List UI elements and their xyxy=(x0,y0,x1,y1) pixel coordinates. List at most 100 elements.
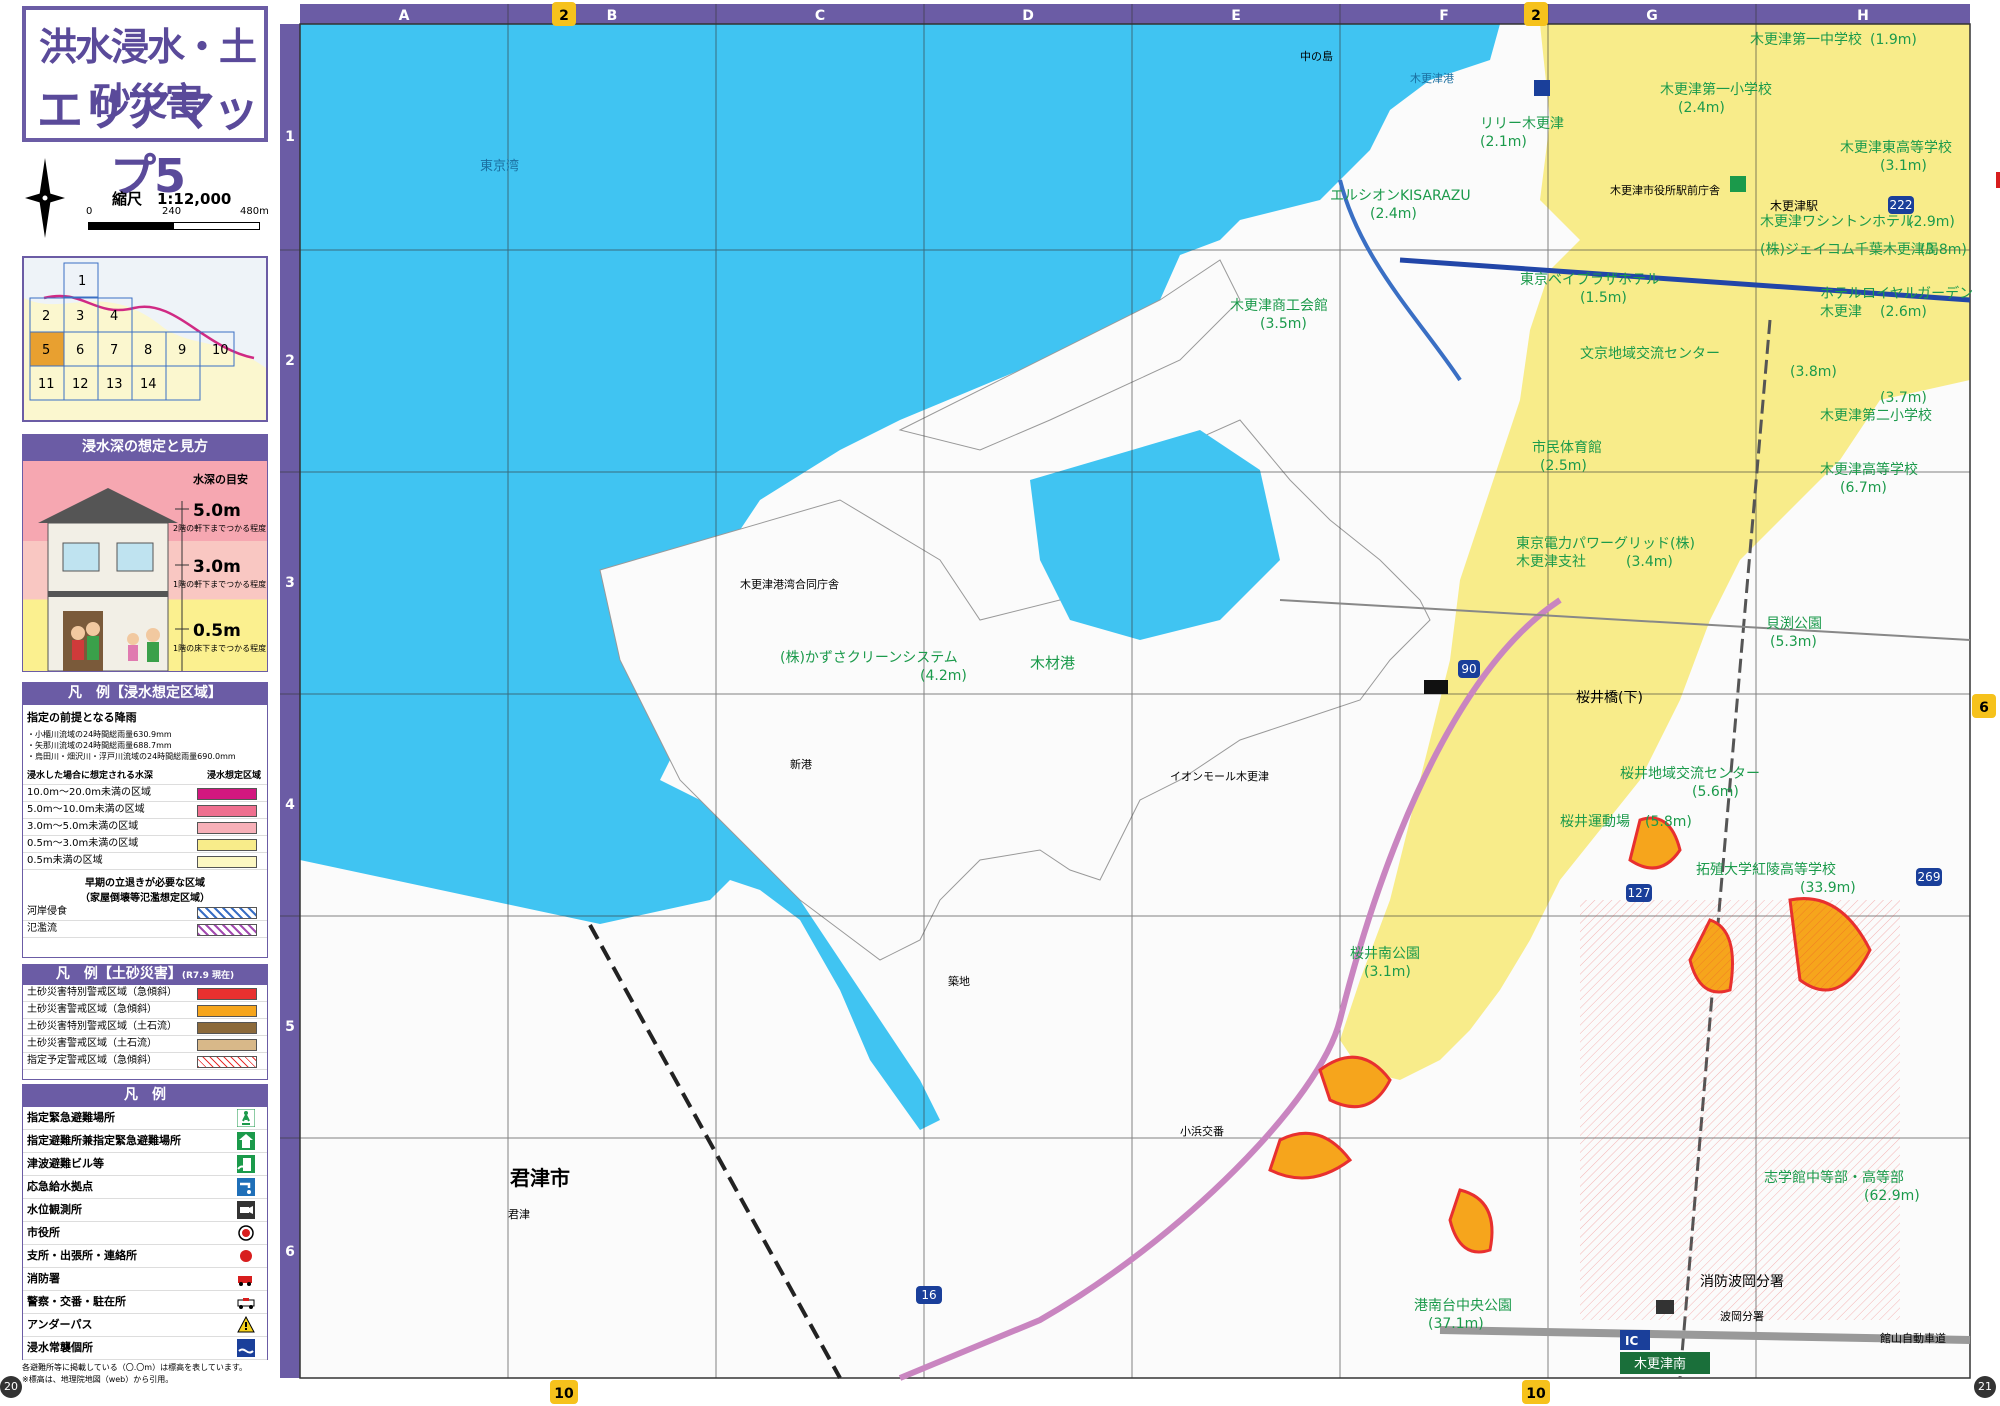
index-cell: 14 xyxy=(140,377,157,392)
route-222: 222 xyxy=(1890,198,1913,212)
grid-row-label: 6 xyxy=(285,1244,295,1260)
depth-level-05m: 0.5m xyxy=(193,621,241,641)
house-icon xyxy=(38,488,178,671)
label-mokuzai: 木材港 xyxy=(1030,654,1075,672)
shelter-royal: ホテルロイヤルガーデン xyxy=(1820,285,1973,302)
shelter-kaibuchi-b: 貝渕公園 xyxy=(1766,616,1822,632)
label-aeon: イオンモール木更津 xyxy=(1170,770,1269,783)
ic-sign-label: 木更津南 xyxy=(1634,1356,1686,1372)
depth-illustration: 水深の目安 5.0m 2階の軒下までつかる程度 3.0m 1階の軒下までつかる程… xyxy=(22,460,268,672)
shelter-bunkyo: 文京地域交流センター xyxy=(1580,345,1720,362)
flood-prone-icon xyxy=(237,1339,255,1357)
footnote-2: ※標高は、地理院地図（web）から引用。 xyxy=(22,1375,174,1384)
label-kisarazu-station: 木更津駅 xyxy=(1770,199,1818,213)
grid-row-label: 1 xyxy=(285,129,295,145)
shelter-shigakukan-height: (62.9m) xyxy=(1864,1188,1920,1204)
shelter-sakurai-ground: 桜井運動場 xyxy=(1560,814,1630,830)
branch-office-icon xyxy=(240,1250,252,1262)
shelter-daini-sho-height: (3.7m) xyxy=(1880,390,1927,406)
index-cell: 2 xyxy=(42,309,50,324)
fire-station-icon xyxy=(1656,1300,1674,1314)
index-cell: 10 xyxy=(212,343,229,358)
city-hall-icon xyxy=(238,1225,254,1241)
symbol-row-branch: 支所・出張所・連絡所 xyxy=(23,1245,267,1268)
shelter-sakurai-center: 桜井地域交流センター xyxy=(1620,765,1760,782)
rain-title: 指定の前提となる降雨 xyxy=(27,711,137,724)
shelter-daiichi-sho: 木更津第一小学校 xyxy=(1660,81,1772,98)
shelter-tepco-2: 木更津支社 xyxy=(1516,554,1586,570)
shelter-evacuation-icon xyxy=(237,1132,255,1150)
shelter-kazusa-clean: (株)かずさクリーンシステム xyxy=(780,650,958,666)
evac-sub: （家屋倒壊等氾濫想定区域） xyxy=(80,893,210,904)
evac-row-overflow: 氾濫流 xyxy=(23,921,267,938)
scale-tick: 480m xyxy=(240,206,269,217)
flood-row-5m: 5.0m～10.0m未満の区域 xyxy=(23,802,267,819)
adjacent-top-b: 2 xyxy=(559,8,569,24)
index-cell-current: 5 xyxy=(42,343,50,358)
flood-row-under05m: 0.5m未満の区域 xyxy=(23,853,267,870)
shelter-tepco: 東京電力パワーグリッド(株) xyxy=(1516,536,1695,552)
depth-level-3m-note: 1階の軒下までつかる程度 xyxy=(173,580,267,589)
map-canvas[interactable]: A B C D E F G H 1 2 3 4 5 6 2 2 6 10 10 xyxy=(280,0,2000,1406)
legend-sidebar: 洪水浸水・土砂災害 エリアマップ5 縮尺 1:12,000 0 240 480m xyxy=(0,0,280,1406)
flood-col1: 浸水した場合に想定される水深 xyxy=(27,771,154,781)
landslide-legend: 土砂災害特別警戒区域（急傾斜） 土砂災害警戒区域（急傾斜） 土砂災害特別警戒区域… xyxy=(22,984,268,1080)
label-kimitsu-small: 君津 xyxy=(508,1208,530,1221)
grid-col-label: C xyxy=(815,8,825,24)
shelter-konandai-height: (37.1m) xyxy=(1428,1316,1484,1332)
shelter-kisarazu-hs-height: (6.7m) xyxy=(1840,480,1887,496)
hazard-map[interactable]: A B C D E F G H 1 2 3 4 5 6 2 2 6 10 10 xyxy=(280,0,2000,1406)
shelter-daini-sho: 木更津第二小学校 xyxy=(1820,407,1932,424)
index-cell: 9 xyxy=(178,343,186,358)
shelter-jcom-height: (3.8m) xyxy=(1920,242,1967,258)
index-map[interactable]: 1 2 3 4 5 6 7 8 9 10 11 12 13 14 xyxy=(22,256,268,422)
shelter-takushoku: 拓殖大学紅陵高等学校 xyxy=(1696,861,1836,878)
adjacent-right: 6 xyxy=(1979,700,1989,716)
rain-note: ・小櫃川流域の24時間総雨量630.9mm xyxy=(27,730,172,739)
shelter-tepco-height: (3.4m) xyxy=(1626,554,1673,570)
label-city-office: 木更津市役所駅前庁舎 xyxy=(1610,183,1720,197)
depth-level-5m-note: 2階の軒下までつかる程度 xyxy=(173,524,267,533)
shelter-daiichi-chu-height: (1.9m) xyxy=(1870,32,1917,48)
flood-row-05m: 0.5m～3.0m未満の区域 xyxy=(23,836,267,853)
shelter-higashi-hs-height: (3.1m) xyxy=(1880,158,1927,174)
symbol-row-shelter: 指定避難所兼指定緊急避難場所 xyxy=(23,1130,267,1153)
landslide-row: 指定予定警戒区域（急傾斜） xyxy=(23,1053,267,1070)
city-hall-icon xyxy=(1996,172,2000,188)
grid-col-label: E xyxy=(1231,8,1241,24)
shelter-bayplaza-height: (1.5m) xyxy=(1580,290,1627,306)
north-arrow-icon xyxy=(25,158,65,238)
symbol-row-floodprone: 浸水常襲個所 xyxy=(23,1337,267,1360)
evac-title: 早期の立退きが必要な区域 xyxy=(85,878,205,889)
flood-row-3m: 3.0m～5.0m未満の区域 xyxy=(23,819,267,836)
shelter-shimin-gym: 市民体育館 xyxy=(1532,439,1602,456)
shelter-lily: リリー木更津 xyxy=(1480,116,1564,132)
adjacent-top-g: 2 xyxy=(1531,8,1541,24)
shelter-royal-height: (2.6m) xyxy=(1880,304,1927,320)
ic-label: IC xyxy=(1625,1334,1638,1348)
symbol-row-fire: 消防署 xyxy=(23,1268,267,1291)
grid-col-label: G xyxy=(1646,8,1658,24)
index-cell: 12 xyxy=(72,377,89,392)
shelter-kaibuchi-height: (5.3m) xyxy=(1770,634,1817,650)
shelter-shigakukan: 志学館中等部・高等部 xyxy=(1764,1169,1904,1186)
shelter-royal-2: 木更津 xyxy=(1820,304,1862,320)
shelter-kisarazu-hs: 木更津高等学校 xyxy=(1820,461,1918,478)
landslide-row: 土砂災害警戒区域（土石流） xyxy=(23,1036,267,1053)
grid-col-label: D xyxy=(1022,8,1034,24)
symbol-row-tsunami: 津波避難ビル等 xyxy=(23,1153,267,1176)
grid-col-label: F xyxy=(1439,8,1449,24)
shelter-sakurai-center-height: (5.6m) xyxy=(1692,784,1739,800)
grid-col-label: H xyxy=(1857,8,1869,24)
label-port-office: 木更津港湾合同庁舎 xyxy=(740,577,839,591)
shelter-daiichi-sho-height: (2.4m) xyxy=(1678,100,1725,116)
label-expressway: 館山自動車道 xyxy=(1880,1331,1946,1345)
index-cell: 8 xyxy=(144,343,152,358)
shelter-kazusa-clean-height: (4.2m) xyxy=(920,668,967,684)
page-number-left: 20 xyxy=(0,1376,22,1398)
label-shinko: 新港 xyxy=(790,757,812,771)
symbol-row-cityhall: 市役所 xyxy=(23,1222,267,1245)
label-ohama-koban: 小浜交番 xyxy=(1180,1124,1224,1138)
shelter-jcom: (株)ジェイコム千葉木更津局 xyxy=(1760,242,1939,258)
shelter-washington: 木更津ワシントンホテル xyxy=(1760,214,1914,230)
